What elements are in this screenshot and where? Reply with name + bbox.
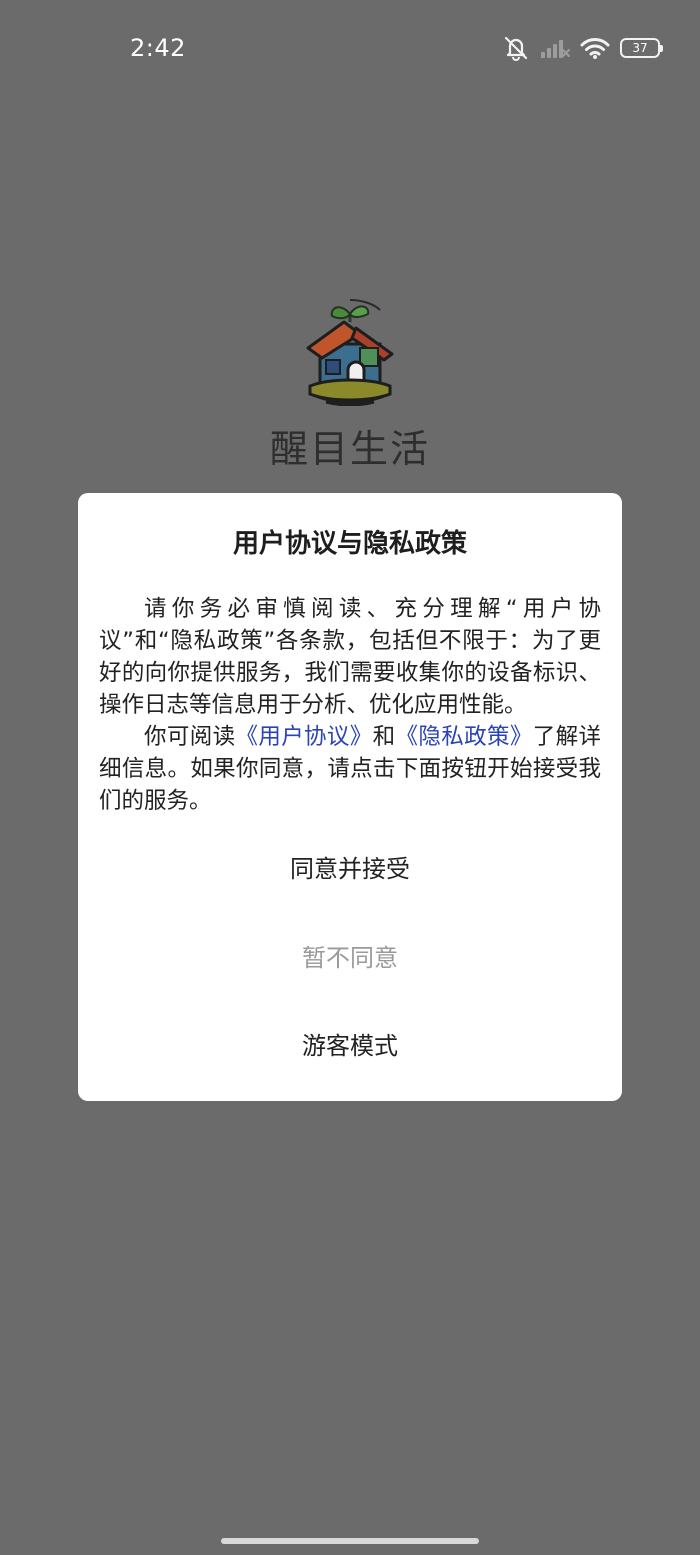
- status-bar: 2:42 37: [0, 0, 700, 96]
- dialog-paragraph-2: 你可阅读《用户协议》和《隐私政策》了解详细信息。如果你同意，请点击下面按钮开始接…: [99, 721, 601, 817]
- paragraph-2-and: 和: [372, 724, 396, 750]
- privacy-policy-link[interactable]: 《隐私政策》: [396, 724, 533, 750]
- battery-level: 37: [632, 41, 648, 55]
- app-logo: [300, 298, 400, 407]
- paragraph-2-prefix: 你可阅读: [144, 724, 236, 750]
- status-icons: 37: [502, 34, 663, 62]
- wifi-icon: [580, 36, 610, 60]
- decline-button[interactable]: 暂不同意: [78, 927, 622, 983]
- home-indicator[interactable]: [221, 1538, 479, 1544]
- signal-icon: [540, 37, 570, 59]
- privacy-dialog: 用户协议与隐私政策 请你务必审慎阅读、充分理解“用户协议”和“隐私政策”各条款，…: [78, 493, 622, 1101]
- dialog-body: 请你务必审慎阅读、充分理解“用户协议”和“隐私政策”各条款，包括但不限于：为了更…: [99, 593, 601, 817]
- app-name: 醒目生活: [269, 427, 430, 471]
- status-time: 2:42: [130, 34, 186, 62]
- dialog-paragraph-1: 请你务必审慎阅读、充分理解“用户协议”和“隐私政策”各条款，包括但不限于：为了更…: [99, 596, 601, 718]
- mute-icon: [502, 35, 530, 61]
- accept-button[interactable]: 同意并接受: [78, 838, 622, 894]
- guest-mode-button[interactable]: 游客模式: [78, 1015, 622, 1071]
- battery-icon: 37: [620, 38, 663, 58]
- dialog-title: 用户协议与隐私政策: [232, 529, 467, 559]
- user-agreement-link[interactable]: 《用户协议》: [235, 724, 372, 750]
- screen: 2:42 37 醒目生活 用户协议与隐私政策 请你务必审慎阅读、充分理解“用户协…: [0, 0, 700, 1555]
